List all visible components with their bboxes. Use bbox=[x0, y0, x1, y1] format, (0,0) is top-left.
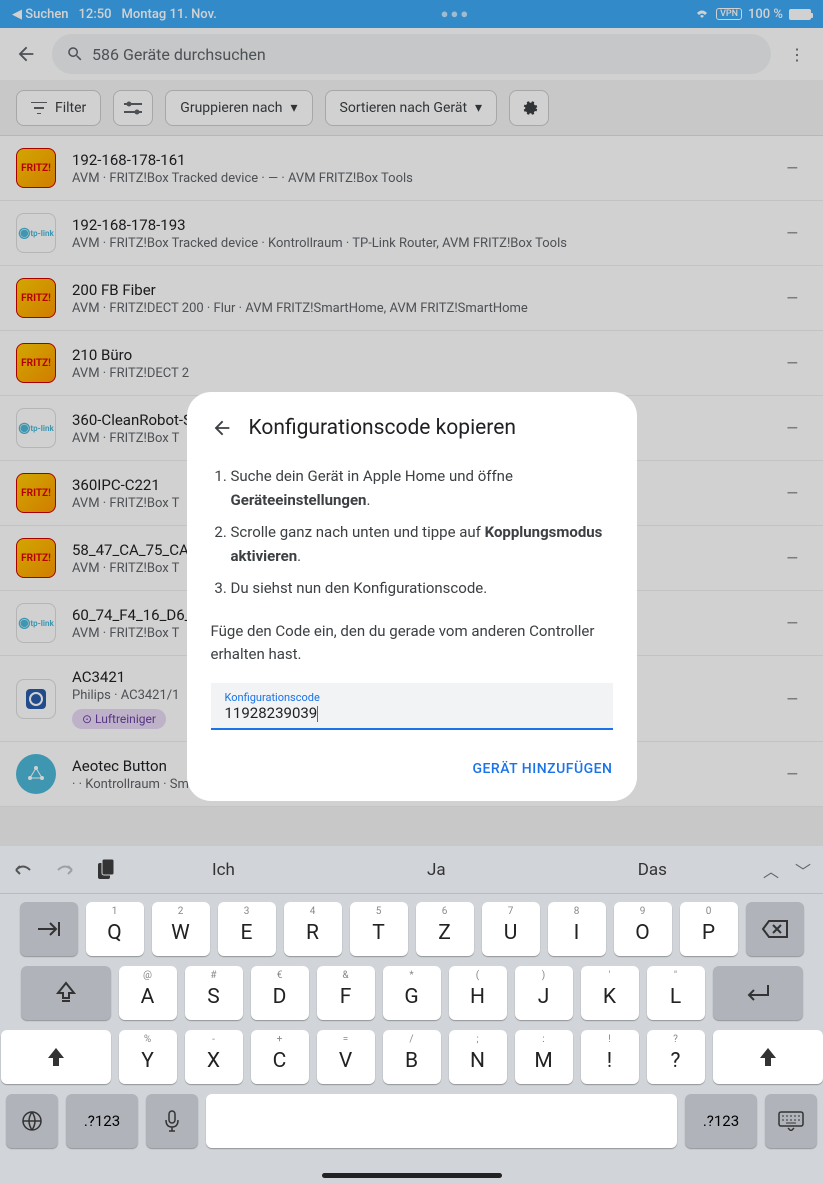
key-g[interactable]: *G bbox=[383, 966, 441, 1020]
key-capslock[interactable] bbox=[21, 966, 111, 1020]
chevron-down-icon[interactable]: ﹀ bbox=[795, 858, 811, 882]
dialog-steps: Suche dein Gerät in Apple Home und öffne… bbox=[211, 464, 613, 600]
kb-suggestion[interactable]: Das bbox=[618, 860, 687, 880]
key-m[interactable]: :M bbox=[515, 1030, 573, 1084]
key-k[interactable]: 'K bbox=[581, 966, 639, 1020]
key-z[interactable]: 6Z bbox=[416, 902, 474, 956]
key-shift[interactable] bbox=[713, 1030, 823, 1084]
home-indicator[interactable] bbox=[322, 1173, 502, 1178]
key-v[interactable]: =V bbox=[317, 1030, 375, 1084]
key-![interactable]: !! bbox=[581, 1030, 639, 1084]
key-l[interactable]: "L bbox=[647, 966, 705, 1020]
key-y[interactable]: %Y bbox=[119, 1030, 177, 1084]
key-hide-keyboard[interactable] bbox=[765, 1094, 817, 1148]
clipboard-icon[interactable] bbox=[96, 859, 116, 881]
key-j[interactable]: )J bbox=[515, 966, 573, 1020]
key-i[interactable]: 8I bbox=[548, 902, 606, 956]
add-device-button[interactable]: GERÄT HINZUFÜGEN bbox=[472, 761, 612, 777]
key-backspace[interactable] bbox=[746, 902, 804, 956]
config-code-input[interactable]: Konfigurationscode 11928239039 bbox=[211, 683, 613, 730]
redo-icon[interactable] bbox=[54, 861, 76, 879]
key-tab[interactable] bbox=[20, 902, 78, 956]
input-value: 11928239039 bbox=[225, 704, 318, 722]
key-e[interactable]: 3E bbox=[218, 902, 276, 956]
key-f[interactable]: &F bbox=[317, 966, 375, 1020]
key-u[interactable]: 7U bbox=[482, 902, 540, 956]
key-n[interactable]: ;N bbox=[449, 1030, 507, 1084]
key-numbers[interactable]: .?123 bbox=[685, 1094, 757, 1148]
key-mic[interactable] bbox=[146, 1094, 198, 1148]
chevron-up-icon[interactable]: ︿ bbox=[763, 858, 779, 882]
key-?[interactable]: ?? bbox=[647, 1030, 705, 1084]
key-shift[interactable] bbox=[1, 1030, 111, 1084]
input-label: Konfigurationscode bbox=[225, 691, 599, 704]
key-p[interactable]: 0P bbox=[680, 902, 738, 956]
key-space[interactable] bbox=[206, 1094, 677, 1148]
keyboard: Ich Ja Das ︿ ﹀ 1Q2W3E4R5T6Z7U8I9O0P @A#S€… bbox=[0, 846, 823, 1184]
kb-suggestion[interactable]: Ich bbox=[192, 860, 255, 880]
key-a[interactable]: @A bbox=[119, 966, 177, 1020]
key-o[interactable]: 9O bbox=[614, 902, 672, 956]
key-c[interactable]: +C bbox=[251, 1030, 309, 1084]
key-q[interactable]: 1Q bbox=[86, 902, 144, 956]
key-r[interactable]: 4R bbox=[284, 902, 342, 956]
key-s[interactable]: #S bbox=[185, 966, 243, 1020]
kb-suggestion[interactable]: Ja bbox=[407, 860, 466, 880]
key-b[interactable]: /B bbox=[383, 1030, 441, 1084]
key-numbers[interactable]: .?123 bbox=[66, 1094, 138, 1148]
key-w[interactable]: 2W bbox=[152, 902, 210, 956]
key-x[interactable]: -X bbox=[185, 1030, 243, 1084]
key-h[interactable]: (H bbox=[449, 966, 507, 1020]
dialog-note: Füge den Code ein, den du gerade vom and… bbox=[211, 620, 613, 665]
dialog-title: Konfigurationscode kopieren bbox=[249, 416, 516, 440]
undo-icon[interactable] bbox=[12, 861, 34, 879]
key-t[interactable]: 5T bbox=[350, 902, 408, 956]
key-enter[interactable] bbox=[713, 966, 803, 1020]
dialog-back-button[interactable] bbox=[211, 417, 233, 439]
key-d[interactable]: €D bbox=[251, 966, 309, 1020]
key-globe[interactable] bbox=[6, 1094, 58, 1148]
config-code-dialog: Konfigurationscode kopieren Suche dein G… bbox=[187, 392, 637, 801]
